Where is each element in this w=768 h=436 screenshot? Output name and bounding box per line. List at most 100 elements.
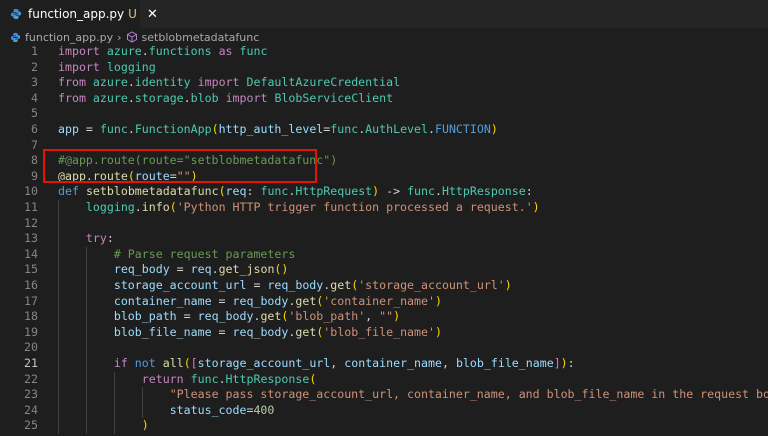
code-text: from azure.storage.blob import BlobServi… (58, 91, 393, 107)
code-token: ) (490, 122, 498, 136)
code-text: from azure.identity import DefaultAzureC… (58, 75, 400, 91)
code-token: BlobServiceClient (274, 90, 394, 105)
code-token: http_auth_level (218, 122, 324, 136)
code-token: from (58, 90, 86, 105)
code-text: if not all([storage_account_url, contain… (58, 356, 575, 372)
indent-guide (58, 200, 59, 434)
line-number: 19 (24, 324, 38, 339)
line-number: 17 (24, 293, 38, 308)
code-line[interactable]: 13 try: (0, 231, 768, 247)
code-line[interactable]: 25 ) (0, 418, 768, 434)
code-token: : (567, 356, 575, 370)
code-token: from (58, 75, 86, 90)
line-number: 11 (24, 200, 38, 214)
code-token: functions (148, 44, 212, 58)
line-number: 2 (31, 59, 38, 74)
code-token: all (162, 356, 184, 370)
code-text: def setblobmetadatafunc(req: func.HttpRe… (58, 184, 533, 200)
code-editor[interactable]: 1 import azure.functions as func 2 import l… (0, 44, 768, 436)
code-line[interactable]: 3 from azure.identity import DefaultAzure… (0, 75, 768, 91)
method-cube-icon (126, 31, 138, 43)
code-token: status_code (169, 402, 247, 417)
code-token: HttpResponse (225, 371, 310, 386)
code-line[interactable]: 22 return func.HttpResponse( (0, 372, 768, 388)
code-line[interactable]: 23 "Please pass storage_account_url, con… (0, 387, 768, 403)
code-token: logging (85, 200, 135, 214)
code-token: import (197, 75, 240, 90)
code-line[interactable]: 5 (0, 106, 768, 122)
code-token: ] (553, 356, 561, 370)
line-number: 21 (24, 356, 38, 370)
code-token: . (434, 184, 442, 199)
code-text: import azure.functions as func (58, 44, 267, 60)
indent-guide (142, 387, 143, 419)
code-line[interactable]: 21 if not all([storage_account_url, cont… (0, 356, 768, 372)
code-line[interactable]: 6 app = func.FunctionApp(http_auth_level=… (0, 122, 768, 138)
tab-function-app[interactable]: function_app.py U ✕ (0, 0, 158, 28)
breadcrumb-symbol[interactable]: setblobmetadatafunc (142, 31, 260, 44)
code-token: not (134, 356, 156, 370)
code-line[interactable]: 20 (0, 340, 768, 356)
code-line[interactable]: 19 blob_file_name = req_body.get('blob_f… (0, 325, 768, 341)
code-token: , (441, 356, 456, 370)
code-line[interactable]: 17 container_name = req_body.get('contai… (0, 294, 768, 310)
code-token: , (365, 309, 380, 324)
code-text: ) (58, 418, 149, 434)
code-token: app (58, 122, 79, 136)
code-token: . (127, 122, 135, 136)
code-token: . (127, 75, 135, 90)
code-token: as (218, 44, 233, 58)
code-token: req_body (267, 278, 324, 292)
python-file-icon (10, 32, 21, 43)
line-number: 6 (31, 122, 38, 136)
line-number: 13 (24, 231, 38, 246)
code-token: 'Python HTTP trigger function processed … (176, 200, 533, 214)
code-token: func (190, 371, 219, 386)
code-line[interactable]: 18 blob_path = req_body.get('blob_path',… (0, 309, 768, 325)
code-token: container_name (113, 293, 212, 308)
code-token: return (141, 371, 184, 386)
code-token: 400 (253, 402, 275, 417)
code-token: . (218, 371, 226, 386)
code-token: get (330, 278, 352, 292)
line-number: 1 (31, 44, 38, 58)
line-number: 8 (31, 153, 38, 168)
close-icon[interactable]: ✕ (147, 7, 158, 22)
code-token: ) (141, 418, 149, 433)
breadcrumb-file[interactable]: function_app.py (25, 31, 113, 44)
code-token: ) (560, 356, 568, 370)
code-line[interactable]: 14 # Parse request parameters (0, 247, 768, 263)
code-text: status_code=400 (58, 402, 275, 419)
code-token: HttpResponse (441, 184, 526, 199)
code-line[interactable]: 11 logging.info('Python HTTP trigger fun… (0, 200, 768, 216)
code-token: func (407, 184, 435, 199)
line-number: 3 (31, 75, 38, 90)
code-line[interactable]: 1 import azure.functions as func (0, 44, 768, 60)
code-line[interactable]: 24 status_code=400 (0, 403, 768, 419)
code-line[interactable]: 15 req_body = req.get_json() (0, 262, 768, 278)
code-token: azure (106, 44, 142, 58)
code-token: . (211, 262, 219, 277)
chevron-right-icon: › (117, 30, 122, 44)
code-line[interactable]: 16 storage_account_url = req_body.get('s… (0, 278, 768, 294)
code-line[interactable]: 4 from azure.storage.blob import BlobServ… (0, 91, 768, 107)
highlight-box (43, 149, 317, 183)
code-line[interactable]: 12 (0, 216, 768, 232)
code-line[interactable]: 2 import logging (0, 60, 768, 76)
code-token: = (246, 278, 268, 292)
code-token: get_json (218, 262, 275, 277)
indent-guide (86, 246, 87, 434)
line-number: 18 (24, 309, 38, 324)
code-line[interactable]: 10 def setblobmetadatafunc(req: func.Http… (0, 184, 768, 200)
code-token: ( (211, 122, 219, 136)
code-token: : (525, 184, 533, 199)
line-number: 9 (31, 168, 38, 183)
code-token: "Please pass storage_account_url, contai… (169, 387, 768, 402)
code-token: . (141, 44, 149, 58)
